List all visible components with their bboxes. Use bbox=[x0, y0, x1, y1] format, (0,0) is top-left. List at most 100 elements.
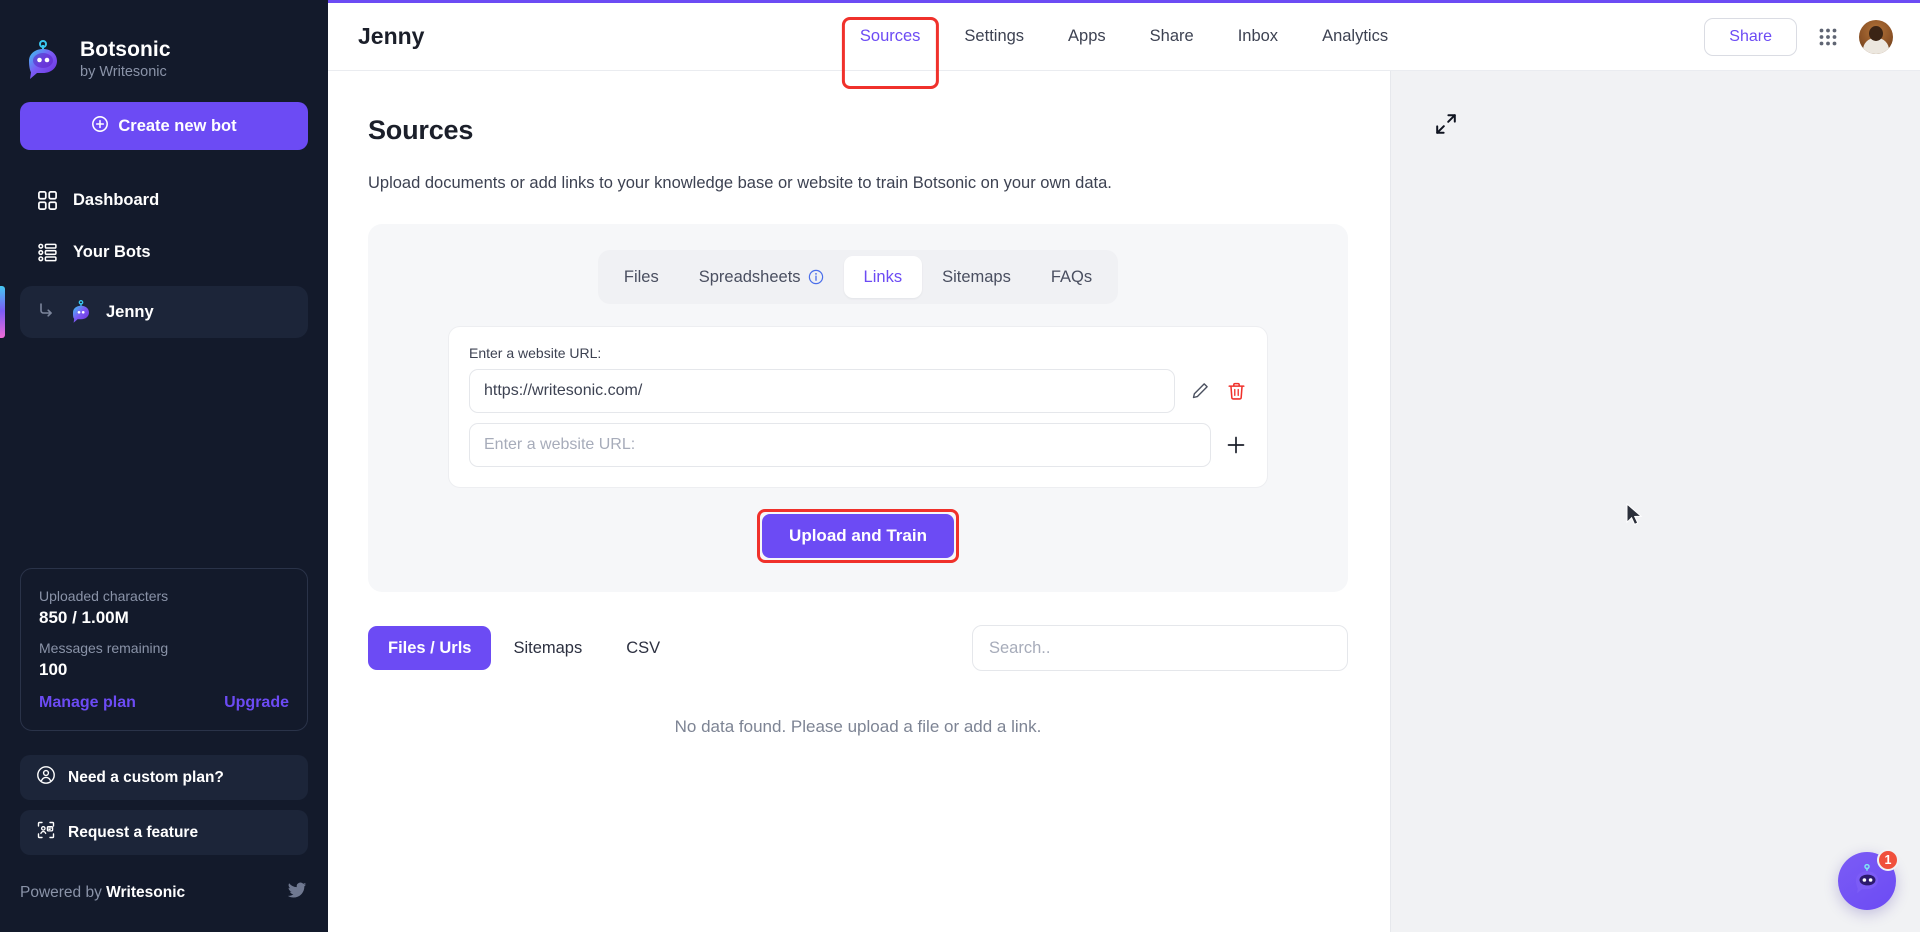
source-tab-spreadsheets[interactable]: Spreadsheets bbox=[679, 256, 844, 298]
website-url-input-new[interactable] bbox=[469, 423, 1211, 467]
page-title: Sources bbox=[368, 115, 1350, 146]
need-custom-plan-label: Need a custom plan? bbox=[68, 769, 224, 787]
sidebar-item-your-bots-label: Your Bots bbox=[73, 243, 151, 262]
powered-by-text: Powered by Writesonic bbox=[20, 884, 185, 902]
pencil-icon[interactable] bbox=[1189, 380, 1211, 402]
source-tab-spreadsheets-label: Spreadsheets bbox=[699, 268, 801, 287]
sidebar: Botsonic by Writesonic Create new bot bbox=[0, 0, 328, 932]
page-bot-title: Jenny bbox=[358, 23, 424, 50]
source-tab-sitemaps-label: Sitemaps bbox=[942, 268, 1011, 287]
brand-text: Botsonic by Writesonic bbox=[80, 38, 171, 82]
tab-settings-label: Settings bbox=[964, 27, 1024, 46]
expand-fullscreen-icon[interactable] bbox=[1433, 111, 1459, 137]
source-tab-files-label: Files bbox=[624, 268, 659, 287]
list-blocks-icon bbox=[36, 241, 58, 263]
request-feature-label: Request a feature bbox=[68, 824, 198, 842]
page-description: Upload documents or add links to your kn… bbox=[368, 174, 1350, 193]
sidebar-item-dashboard-label: Dashboard bbox=[73, 191, 159, 210]
tab-apps[interactable]: Apps bbox=[1046, 3, 1128, 71]
url-row-new bbox=[469, 423, 1247, 467]
messages-remaining-value: 100 bbox=[39, 660, 289, 680]
upload-card: Files Spreadsheets bbox=[368, 224, 1348, 592]
need-custom-plan-button[interactable]: Need a custom plan? bbox=[20, 755, 308, 800]
trash-icon[interactable] bbox=[1225, 380, 1247, 402]
active-indicator-strip bbox=[0, 286, 5, 338]
search-input[interactable] bbox=[972, 625, 1348, 671]
create-new-bot-button[interactable]: Create new bot bbox=[20, 102, 308, 150]
source-tab-sitemaps[interactable]: Sitemaps bbox=[922, 256, 1031, 298]
plus-icon[interactable] bbox=[1225, 434, 1247, 456]
website-url-input-1[interactable] bbox=[469, 369, 1175, 413]
plus-circle-icon bbox=[91, 115, 109, 138]
source-tab-links-label: Links bbox=[864, 268, 903, 287]
source-tab-faqs[interactable]: FAQs bbox=[1031, 256, 1112, 298]
tab-analytics-label: Analytics bbox=[1322, 27, 1388, 46]
url-entry-label: Enter a website URL: bbox=[469, 345, 1247, 361]
source-tab-files[interactable]: Files bbox=[604, 256, 679, 298]
sidebar-item-your-bots[interactable]: Your Bots bbox=[20, 228, 308, 276]
branch-arrow-icon bbox=[36, 300, 56, 325]
sidebar-nav: Dashboard Your Bots bbox=[20, 176, 308, 338]
empty-state-message: No data found. Please upload a file or a… bbox=[368, 717, 1348, 737]
brand-name: Botsonic bbox=[80, 38, 171, 62]
twitter-icon[interactable] bbox=[286, 879, 308, 906]
app-root: Botsonic by Writesonic Create new bot bbox=[0, 0, 1920, 932]
powered-by-brand: Writesonic bbox=[106, 884, 185, 901]
source-tab-faqs-label: FAQs bbox=[1051, 268, 1092, 287]
request-feature-button[interactable]: Request a feature bbox=[20, 810, 308, 855]
source-tab-links[interactable]: Links bbox=[844, 256, 923, 298]
chat-preview-panel: 1 bbox=[1390, 71, 1920, 932]
create-new-bot-label: Create new bot bbox=[118, 117, 236, 136]
data-list-tabs: Files / Urls Sitemaps CSV bbox=[368, 625, 1348, 671]
sidebar-footer: Powered by Writesonic bbox=[20, 865, 308, 932]
uploaded-characters-label: Uploaded characters bbox=[39, 586, 289, 607]
upload-and-train-button[interactable]: Upload and Train bbox=[762, 514, 954, 558]
url-row-existing bbox=[469, 369, 1247, 413]
tab-settings[interactable]: Settings bbox=[942, 3, 1046, 71]
url-entry-box: Enter a website URL: bbox=[448, 326, 1268, 488]
chat-launcher-button[interactable]: 1 bbox=[1838, 852, 1896, 910]
topbar-tabs: Sources Settings Apps Share Inbox Analyt… bbox=[838, 3, 1410, 71]
share-button[interactable]: Share bbox=[1704, 18, 1797, 56]
body-area: Sources Upload documents or add links to… bbox=[328, 71, 1920, 932]
grid-squares-icon bbox=[36, 189, 58, 211]
manage-plan-link[interactable]: Manage plan bbox=[39, 694, 136, 712]
tab-apps-label: Apps bbox=[1068, 27, 1106, 46]
powered-by-prefix: Powered by bbox=[20, 884, 106, 901]
sources-content: Sources Upload documents or add links to… bbox=[328, 71, 1390, 932]
brand: Botsonic by Writesonic bbox=[20, 0, 308, 96]
upload-train-wrap: Upload and Train bbox=[762, 514, 954, 558]
list-tab-csv[interactable]: CSV bbox=[604, 626, 682, 670]
sidebar-item-jenny-label: Jenny bbox=[106, 303, 154, 322]
tab-inbox-label: Inbox bbox=[1238, 27, 1278, 46]
usage-card: Uploaded characters 850 / 1.00M Messages… bbox=[20, 568, 308, 731]
avatar[interactable] bbox=[1859, 20, 1893, 54]
topbar-right: Share bbox=[1704, 18, 1893, 56]
messages-remaining-label: Messages remaining bbox=[39, 638, 289, 659]
tab-inbox[interactable]: Inbox bbox=[1216, 3, 1300, 71]
source-type-tabs: Files Spreadsheets bbox=[598, 250, 1118, 304]
tab-sources[interactable]: Sources bbox=[838, 3, 943, 71]
sidebar-spacer bbox=[20, 338, 308, 568]
sidebar-item-jenny[interactable]: Jenny bbox=[20, 286, 308, 338]
bot-avatar-icon bbox=[68, 299, 94, 325]
apps-grid-icon[interactable] bbox=[1817, 26, 1839, 48]
tab-share-label: Share bbox=[1150, 27, 1194, 46]
tab-share[interactable]: Share bbox=[1128, 3, 1216, 71]
user-circle-icon bbox=[36, 765, 56, 790]
tab-sources-label: Sources bbox=[860, 27, 921, 46]
info-icon[interactable] bbox=[808, 269, 824, 285]
main-region: Jenny Sources Settings Apps Share Inbox bbox=[328, 0, 1920, 932]
botsonic-logo-icon bbox=[20, 37, 66, 83]
chat-unread-badge: 1 bbox=[1877, 849, 1899, 871]
usage-links: Manage plan Upgrade bbox=[39, 694, 289, 712]
sidebar-item-dashboard[interactable]: Dashboard bbox=[20, 176, 308, 224]
upgrade-link[interactable]: Upgrade bbox=[224, 694, 289, 712]
list-tab-sitemaps[interactable]: Sitemaps bbox=[491, 626, 604, 670]
topbar: Jenny Sources Settings Apps Share Inbox bbox=[328, 3, 1920, 71]
brand-subtitle: by Writesonic bbox=[80, 63, 171, 82]
list-tab-files-urls[interactable]: Files / Urls bbox=[368, 626, 491, 670]
tab-analytics[interactable]: Analytics bbox=[1300, 3, 1410, 71]
uploaded-characters-value: 850 / 1.00M bbox=[39, 608, 289, 628]
feature-request-icon bbox=[36, 820, 56, 845]
